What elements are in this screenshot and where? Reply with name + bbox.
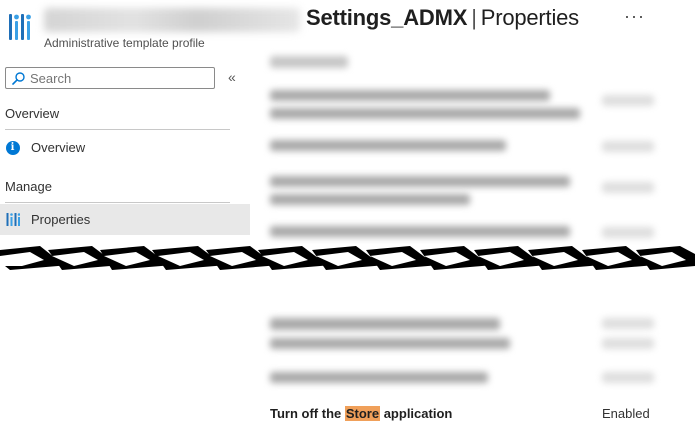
redacted-text — [602, 318, 654, 329]
sidebar-item-properties[interactable]: Properties — [0, 204, 250, 235]
redacted-text — [270, 194, 470, 205]
redacted-text — [270, 226, 570, 237]
divider — [5, 129, 230, 130]
redacted-text — [270, 318, 500, 330]
page-title: Settings_ADMX | Properties — [306, 5, 579, 31]
sidebar-item-label: Overview — [31, 140, 86, 155]
setting-state: Enabled — [602, 406, 650, 421]
redacted-text — [602, 372, 654, 383]
redacted-text — [270, 140, 506, 151]
title-main: Settings_ADMX — [306, 5, 468, 30]
redacted-text — [602, 141, 654, 152]
divider — [5, 202, 230, 203]
redacted-text — [270, 108, 580, 119]
settings-bars-icon — [6, 213, 20, 226]
section-header-overview: Overview — [5, 106, 60, 121]
setting-name-suffix: application — [380, 406, 453, 421]
redacted-text — [602, 338, 654, 349]
setting-row-name[interactable]: Turn off the Store application — [270, 406, 452, 421]
redacted-text — [602, 227, 654, 238]
redacted-text — [270, 56, 348, 68]
torn-edge-divider — [0, 246, 695, 270]
search-input[interactable] — [30, 70, 200, 86]
page-subtitle: Administrative template profile — [44, 36, 205, 50]
title-separator: | — [471, 5, 477, 30]
redacted-text — [602, 95, 654, 106]
redacted-text — [270, 372, 488, 383]
settings-bars-icon-wrap — [5, 212, 20, 227]
redacted-text — [270, 176, 570, 187]
search-icon — [12, 71, 25, 85]
search-box[interactable] — [5, 67, 215, 89]
more-options-button[interactable]: ··· — [624, 6, 645, 27]
redacted-text — [602, 182, 654, 193]
collapse-sidebar-button[interactable]: « — [228, 69, 236, 85]
redacted-breadcrumb — [44, 8, 300, 32]
setting-name-prefix: Turn off the — [270, 406, 345, 421]
title-section: Properties — [480, 5, 579, 30]
section-header-manage: Manage — [5, 179, 52, 194]
info-icon: i — [5, 140, 20, 155]
admx-profile-icon — [9, 14, 31, 40]
redacted-text — [270, 90, 550, 101]
sidebar-item-label: Properties — [31, 212, 91, 227]
info-icon-wrap: i — [5, 140, 20, 155]
sidebar-item-overview[interactable]: i Overview — [0, 132, 250, 163]
redacted-text — [270, 338, 510, 349]
search-highlight: Store — [344, 406, 381, 421]
